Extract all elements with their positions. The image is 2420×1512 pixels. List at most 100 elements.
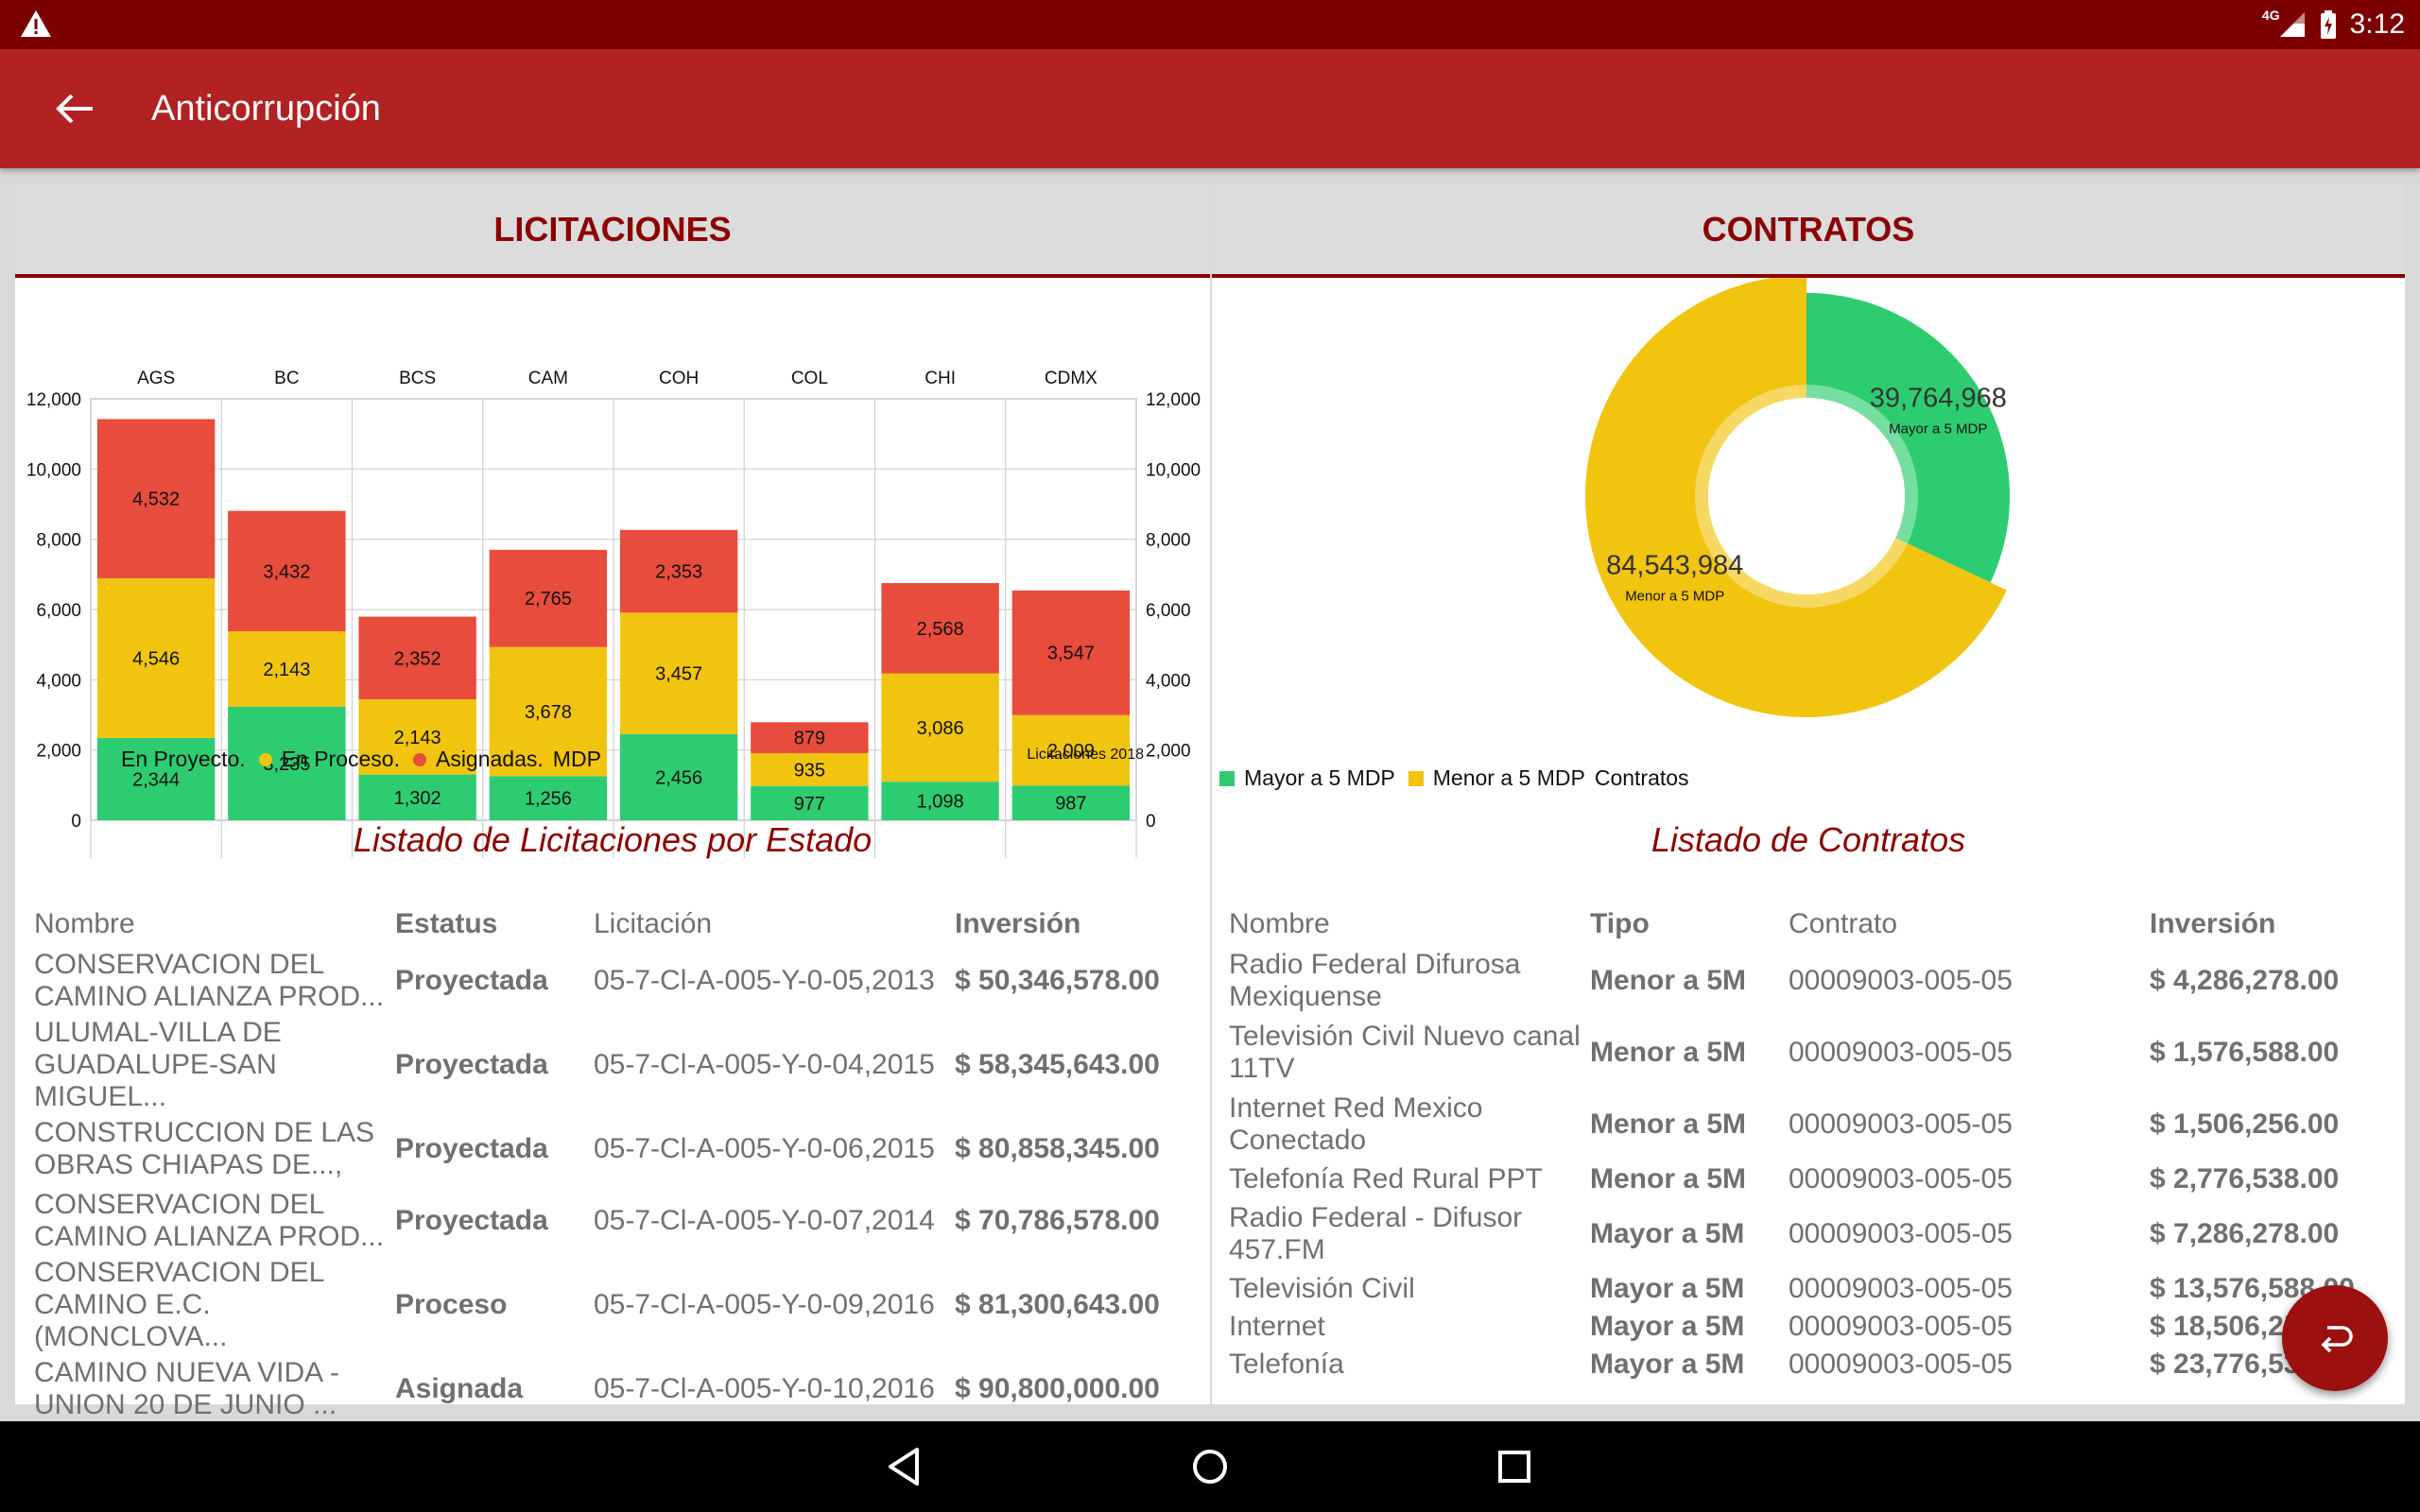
donut-slice-label: Mayor a 5 MDP bbox=[1889, 421, 1987, 438]
table-row[interactable]: Internet Red Mexico Conectado Menor a 5M 0… bbox=[1229, 1089, 2382, 1160]
x-tick-label: COH bbox=[659, 369, 699, 388]
cell-contrato: 00009003-005-05 bbox=[1789, 1037, 2013, 1068]
status-bar: 4G 3:12 bbox=[0, 0, 2420, 49]
table-row[interactable]: CONSTRUCCION DE LAS OBRAS CHIAPAS DE...,… bbox=[34, 1113, 1187, 1185]
table-row[interactable]: CONSERVACION DEL CAMINO E.C. (MONCLOVA..… bbox=[34, 1257, 1187, 1353]
table-row[interactable]: Radio Federal - Difusor 457.FM Mayor a 5M… bbox=[1229, 1198, 2382, 1270]
bar-data-label: 2,568 bbox=[917, 619, 964, 640]
cell-tipo: Menor a 5M bbox=[1590, 1108, 1747, 1140]
col-header-estatus: Estatus bbox=[395, 908, 498, 939]
cell-contrato: 00009003-005-05 bbox=[1789, 1273, 2013, 1304]
table-row[interactable]: ULUMAL-VILLA DE GUADALUPE-SAN MIGUEL... P… bbox=[34, 1017, 1187, 1113]
cell-contrato: 00009003-005-05 bbox=[1789, 1311, 2013, 1342]
cell-nombre: Internet Red Mexico Conectado bbox=[1229, 1092, 1483, 1156]
bar-data-label: 977 bbox=[794, 794, 825, 815]
battery-charging-icon bbox=[2320, 10, 2336, 39]
bar-data-label: 1,302 bbox=[394, 788, 441, 809]
cell-licitacion: 05-7-Cl-A-005-Y-0-07,2014 bbox=[594, 1205, 935, 1236]
contratos-donut-chart[interactable]: 39,764,968 Mayor a 5 MDP 84,543,984 Menor a… bbox=[1212, 278, 2405, 807]
nav-back-icon[interactable] bbox=[883, 1444, 928, 1489]
cell-inversion: $ 50,346,578.00 bbox=[955, 965, 1160, 996]
licitaciones-list-title: Listado de Licitaciones por Estado bbox=[353, 820, 873, 859]
legend-item-menor: Menor a 5 MDP Contratos bbox=[1408, 765, 1689, 791]
cell-nombre: CONSTRUCCION DE LAS OBRAS CHIAPAS DE..., bbox=[34, 1117, 375, 1180]
cell-nombre: Telefonía bbox=[1229, 1349, 1344, 1380]
table-row[interactable]: Televisión Civil Mayor a 5M 00009003-005-0… bbox=[1229, 1270, 2382, 1308]
cell-nombre: Televisión Civil bbox=[1229, 1273, 1415, 1304]
legend-dot-en-proceso bbox=[258, 752, 272, 766]
table-row[interactable]: Telefonía Red Rural PPT Menor a 5M 0000900… bbox=[1229, 1160, 2382, 1198]
licitaciones-table: Nombre Estatus Licitación Inversión CONS… bbox=[34, 903, 1187, 1425]
cell-licitacion: 05-7-Cl-A-005-Y-0-06,2015 bbox=[594, 1133, 935, 1164]
donut-value-label: 39,764,968 bbox=[1870, 384, 2007, 414]
cell-estatus: Proyectada bbox=[395, 1133, 548, 1164]
y-tick-label-left: 12,000 bbox=[26, 390, 81, 410]
cell-inversion: $ 80,858,345.00 bbox=[955, 1133, 1160, 1164]
cell-licitacion: 05-7-Cl-A-005-Y-0-05,2013 bbox=[594, 965, 935, 996]
arrow-back-icon[interactable] bbox=[49, 85, 102, 132]
status-icons: 4G 3:12 bbox=[2262, 0, 2405, 49]
cell-nombre: CONSERVACION DEL CAMINO ALIANZA PROD... bbox=[34, 949, 385, 1012]
cell-tipo: Menor a 5M bbox=[1590, 1163, 1747, 1194]
cell-nombre: Radio Federal Difurosa Mexiquense bbox=[1229, 949, 1521, 1012]
cell-inversion: $ 4,286,278.00 bbox=[2150, 965, 2340, 996]
cell-nombre: CONSERVACION DEL CAMINO ALIANZA PROD... bbox=[34, 1189, 385, 1252]
cell-nombre: CONSERVACION DEL CAMINO E.C. (MONCLOVA..… bbox=[34, 1257, 324, 1352]
licitaciones-card: LICITACIONES 0 0 2,000 2,000 4,000 4,000 6,000… bbox=[15, 185, 1210, 1420]
cell-tipo: Mayor a 5M bbox=[1590, 1273, 1745, 1304]
bar-data-label: 3,678 bbox=[525, 702, 572, 723]
cell-estatus: Proyectada bbox=[395, 1205, 548, 1236]
undo-icon bbox=[2321, 1326, 2353, 1353]
bar-data-label: 3,432 bbox=[263, 561, 310, 582]
table-row[interactable]: CONSERVACION DEL CAMINO ALIANZA PROD... P… bbox=[34, 1185, 1187, 1257]
cell-contrato: 00009003-005-05 bbox=[1789, 965, 2013, 996]
bar-data-label: 3,547 bbox=[1047, 644, 1095, 664]
legend-label-menor: Menor a 5 MDP bbox=[1432, 765, 1585, 790]
table-row[interactable]: CONSERVACION DEL CAMINO ALIANZA PROD... P… bbox=[34, 945, 1187, 1017]
nav-recents-icon[interactable] bbox=[1492, 1444, 1537, 1489]
legend-square-mayor bbox=[1219, 770, 1235, 786]
bar-data-label: 4,546 bbox=[132, 648, 180, 669]
contratos-table: Nombre Tipo Contrato Inversión Radio Fed… bbox=[1229, 903, 2382, 1383]
legend-label-en-proceso: En Proceso. bbox=[281, 747, 400, 771]
undo-fab-button[interactable] bbox=[2282, 1285, 2388, 1391]
table-row[interactable]: CAMINO NUEVA VIDA - UNION 20 DE JUNIO ..… bbox=[34, 1353, 1187, 1425]
legend-item-en-proceso: En Proceso. bbox=[258, 747, 400, 772]
y-tick-label-left: 6,000 bbox=[36, 601, 81, 621]
bar-data-label: 2,352 bbox=[394, 648, 441, 669]
signal-icon bbox=[2279, 12, 2305, 37]
cell-tipo: Menor a 5M bbox=[1590, 1037, 1747, 1068]
table-row[interactable]: Telefonía Mayor a 5M 00009003-005-05 $ 23,7… bbox=[1229, 1346, 2382, 1383]
cell-licitacion: 05-7-Cl-A-005-Y-0-10,2016 bbox=[594, 1373, 935, 1404]
contratos-header: CONTRATOS bbox=[1212, 185, 2405, 278]
bar-data-label: 4,532 bbox=[132, 490, 180, 510]
cell-inversion: $ 70,786,578.00 bbox=[955, 1205, 1160, 1236]
table-row[interactable]: Radio Federal Difurosa Mexiquense Menor a… bbox=[1229, 945, 2382, 1017]
cell-tipo: Menor a 5M bbox=[1590, 965, 1747, 996]
x-tick-label: CAM bbox=[528, 369, 568, 388]
cell-estatus: Proceso bbox=[395, 1289, 508, 1320]
legend-item-en-proyecto: En Proyecto. bbox=[98, 747, 246, 772]
clock: 3:12 bbox=[2349, 9, 2405, 40]
cell-inversion: $ 58,345,643.00 bbox=[955, 1049, 1160, 1080]
bar-data-label: 2,765 bbox=[525, 589, 572, 610]
bar-data-label: 2,456 bbox=[655, 767, 702, 788]
legend-item-mayor: Mayor a 5 MDP bbox=[1219, 765, 1395, 791]
nav-home-icon[interactable] bbox=[1187, 1444, 1233, 1489]
cell-tipo: Mayor a 5M bbox=[1590, 1349, 1745, 1380]
cell-inversion: $ 1,576,588.00 bbox=[2150, 1037, 2340, 1068]
x-tick-label: CHI bbox=[925, 369, 956, 388]
col-header-inversion: Inversión bbox=[955, 908, 1081, 939]
bar-data-label: 879 bbox=[794, 729, 825, 749]
warning-icon bbox=[21, 10, 51, 37]
table-row[interactable]: Internet Mayor a 5M 00009003-005-05 $ 18,50… bbox=[1229, 1308, 2382, 1346]
cell-nombre: ULUMAL-VILLA DE GUADALUPE-SAN MIGUEL... bbox=[34, 1017, 282, 1112]
legend-dot-asignadas bbox=[412, 752, 426, 766]
table-row[interactable]: Televisión Civil Nuevo canal 11TV Menor a… bbox=[1229, 1017, 2382, 1089]
navigation-bar bbox=[0, 1421, 2420, 1512]
contratos-title: CONTRATOS bbox=[1702, 210, 1915, 249]
y-tick-label-right: 12,000 bbox=[1146, 390, 1201, 410]
bar-data-label: 935 bbox=[794, 760, 825, 781]
col-header-tipo: Tipo bbox=[1590, 908, 1650, 939]
legend-suffix: MDP bbox=[552, 747, 601, 771]
